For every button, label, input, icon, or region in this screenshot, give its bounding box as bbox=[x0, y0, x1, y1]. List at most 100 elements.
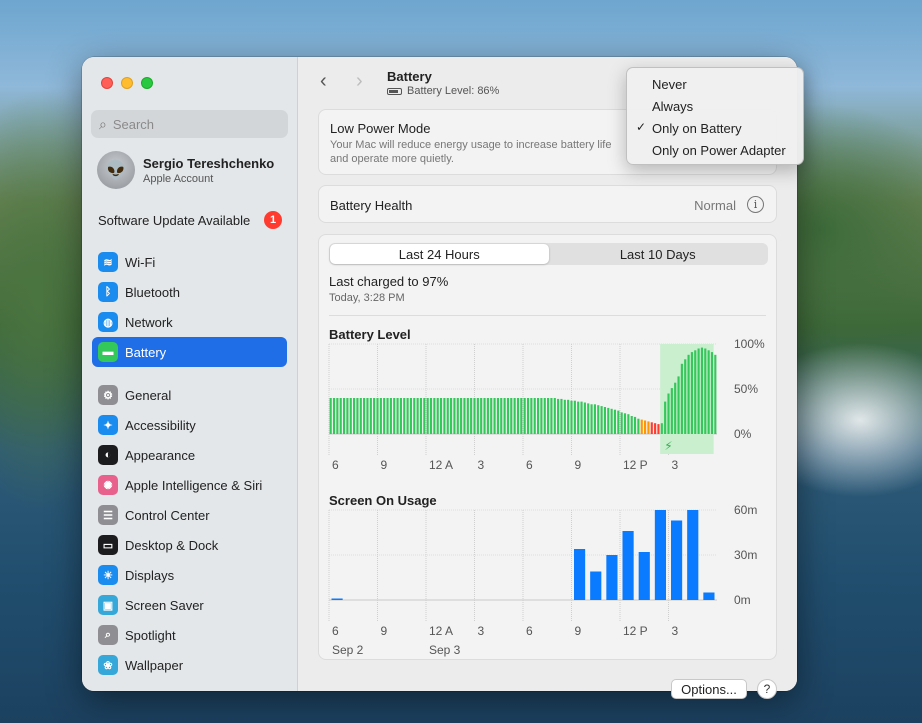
displays-icon: ☀ bbox=[98, 565, 118, 585]
sidebar-item-wallpaper[interactable]: ❀ Wallpaper bbox=[92, 650, 287, 680]
chart-bar bbox=[620, 412, 623, 434]
chart-bar bbox=[627, 414, 630, 434]
x-tick-label: 6 bbox=[332, 624, 339, 638]
y-tick-label: 60m bbox=[734, 503, 757, 517]
sidebar-item-label: Control Center bbox=[125, 507, 210, 523]
chart-bar bbox=[329, 398, 332, 434]
battery-health-label: Battery Health bbox=[330, 198, 413, 213]
minimize-window-button[interactable] bbox=[121, 77, 133, 89]
y-tick-label: 0m bbox=[734, 593, 751, 607]
chart-bar bbox=[331, 598, 343, 600]
chart-bar bbox=[714, 354, 717, 434]
x-tick-label: 12 P bbox=[623, 624, 648, 638]
zoom-window-button[interactable] bbox=[141, 77, 153, 89]
menu-item-never[interactable]: Never bbox=[627, 73, 803, 95]
sidebar-item-general[interactable]: ⚙ General bbox=[92, 380, 287, 410]
chart-bar bbox=[386, 398, 389, 434]
chart-bar bbox=[436, 398, 439, 434]
sidebar-item-network[interactable]: ◍ Network bbox=[92, 307, 287, 337]
chart-bar bbox=[339, 398, 342, 434]
y-tick-label: 100% bbox=[734, 337, 765, 351]
software-update-item[interactable]: Software Update Available 1 bbox=[98, 211, 282, 229]
x-tick-label: 9 bbox=[575, 624, 582, 638]
search-input[interactable]: ⌕ Search bbox=[91, 110, 288, 138]
battery-health-info-button[interactable]: i bbox=[747, 196, 764, 213]
sidebar-item-appearance[interactable]: ◐ Appearance bbox=[92, 440, 287, 470]
sidebar-item-displays[interactable]: ☀ Displays bbox=[92, 560, 287, 590]
page-subtitle: Battery Level: 86% bbox=[387, 85, 499, 97]
sidebar-item-desktop-dock[interactable]: ▭ Desktop & Dock bbox=[92, 530, 287, 560]
chart-bar bbox=[413, 398, 416, 434]
chart-bar bbox=[463, 398, 466, 434]
chart-bar bbox=[536, 398, 540, 434]
menu-item-only-on-power-adapter[interactable]: Only on Power Adapter bbox=[627, 139, 803, 161]
y-tick-label: 30m bbox=[734, 548, 757, 562]
y-tick-label: 50% bbox=[734, 382, 758, 396]
page-title: Battery bbox=[387, 69, 432, 84]
chart-bar bbox=[707, 350, 710, 434]
chart-bar bbox=[543, 398, 546, 434]
menu-item-always[interactable]: Always bbox=[627, 95, 803, 117]
chart-bar bbox=[336, 398, 339, 434]
menu-item-label: Only on Battery bbox=[652, 120, 742, 136]
chart-bar bbox=[409, 398, 413, 434]
sidebar-item-spotlight[interactable]: ⌕ Spotlight bbox=[92, 620, 287, 650]
appearance-icon: ◐ bbox=[98, 445, 118, 465]
chart-bar bbox=[700, 347, 704, 434]
chart-bar bbox=[710, 352, 714, 434]
chart-bar bbox=[577, 401, 580, 434]
chart-bar bbox=[346, 398, 349, 434]
chart-bar bbox=[687, 510, 699, 600]
avatar: 👽 bbox=[97, 151, 135, 189]
close-window-button[interactable] bbox=[101, 77, 113, 89]
chart-bar bbox=[617, 410, 620, 434]
sidebar-group-system: ⚙ General ✦ Accessibility ◐ Appearance ✺ Apple … bbox=[92, 380, 287, 680]
chart-bar bbox=[667, 393, 670, 434]
sidebar-item-battery[interactable]: ▬ Battery bbox=[92, 337, 287, 367]
low-power-mode-label: Low Power Mode bbox=[330, 121, 431, 136]
chart-bar bbox=[560, 398, 563, 434]
sidebar-item-label: Spotlight bbox=[125, 627, 176, 643]
options-button[interactable]: Options... bbox=[671, 679, 747, 699]
x-tick-label: 6 bbox=[526, 458, 533, 472]
chart-bar bbox=[684, 359, 687, 434]
chart-bar bbox=[690, 352, 693, 434]
chart-bar bbox=[638, 552, 650, 600]
chart-bar bbox=[460, 398, 463, 434]
chart-bar bbox=[540, 398, 543, 434]
chart-bar bbox=[590, 571, 602, 600]
sidebar-item-label: Network bbox=[125, 314, 173, 330]
charging-bolt-icon: ⚡ bbox=[664, 439, 672, 453]
sidebar-item-label: General bbox=[125, 387, 172, 403]
chart-bar bbox=[677, 376, 680, 434]
sidebar-item-wi-fi[interactable]: ≋ Wi-Fi bbox=[92, 247, 287, 277]
back-button[interactable]: ‹ bbox=[320, 70, 327, 93]
chart-bar bbox=[356, 398, 359, 434]
x-date-label: Sep 3 bbox=[429, 643, 461, 657]
chart-bar bbox=[403, 398, 406, 434]
menu-item-only-on-battery[interactable]: ✓ Only on Battery bbox=[627, 117, 803, 139]
bluetooth-icon: ᛒ bbox=[98, 282, 118, 302]
chart-bar bbox=[429, 398, 433, 434]
chart-bar bbox=[496, 398, 499, 434]
sidebar-item-control-center[interactable]: ☰ Control Center bbox=[92, 500, 287, 530]
x-tick-label: 6 bbox=[332, 458, 339, 472]
apple-account-item[interactable]: 👽 Sergio Tereshchenko Apple Account bbox=[97, 151, 274, 189]
chart-bar bbox=[671, 520, 683, 600]
chart-bar bbox=[633, 416, 637, 434]
chart-bar bbox=[680, 363, 683, 434]
chart-bar bbox=[480, 398, 483, 434]
sidebar-item-accessibility[interactable]: ✦ Accessibility bbox=[92, 410, 287, 440]
chart-bar bbox=[419, 398, 423, 434]
forward-button[interactable]: › bbox=[356, 70, 363, 93]
update-count-badge: 1 bbox=[264, 211, 282, 229]
chart-bar bbox=[342, 398, 346, 434]
gear-icon: ⚙ bbox=[98, 385, 118, 405]
y-tick-label: 0% bbox=[734, 427, 752, 441]
chart-bar bbox=[389, 398, 392, 434]
sidebar-item-apple-intelligence-siri[interactable]: ✺ Apple Intelligence & Siri bbox=[92, 470, 287, 500]
sidebar-item-bluetooth[interactable]: ᛒ Bluetooth bbox=[92, 277, 287, 307]
chart-bar bbox=[383, 398, 386, 434]
sidebar-item-screen-saver[interactable]: ▣ Screen Saver bbox=[92, 590, 287, 620]
help-button[interactable]: ? bbox=[757, 679, 777, 699]
